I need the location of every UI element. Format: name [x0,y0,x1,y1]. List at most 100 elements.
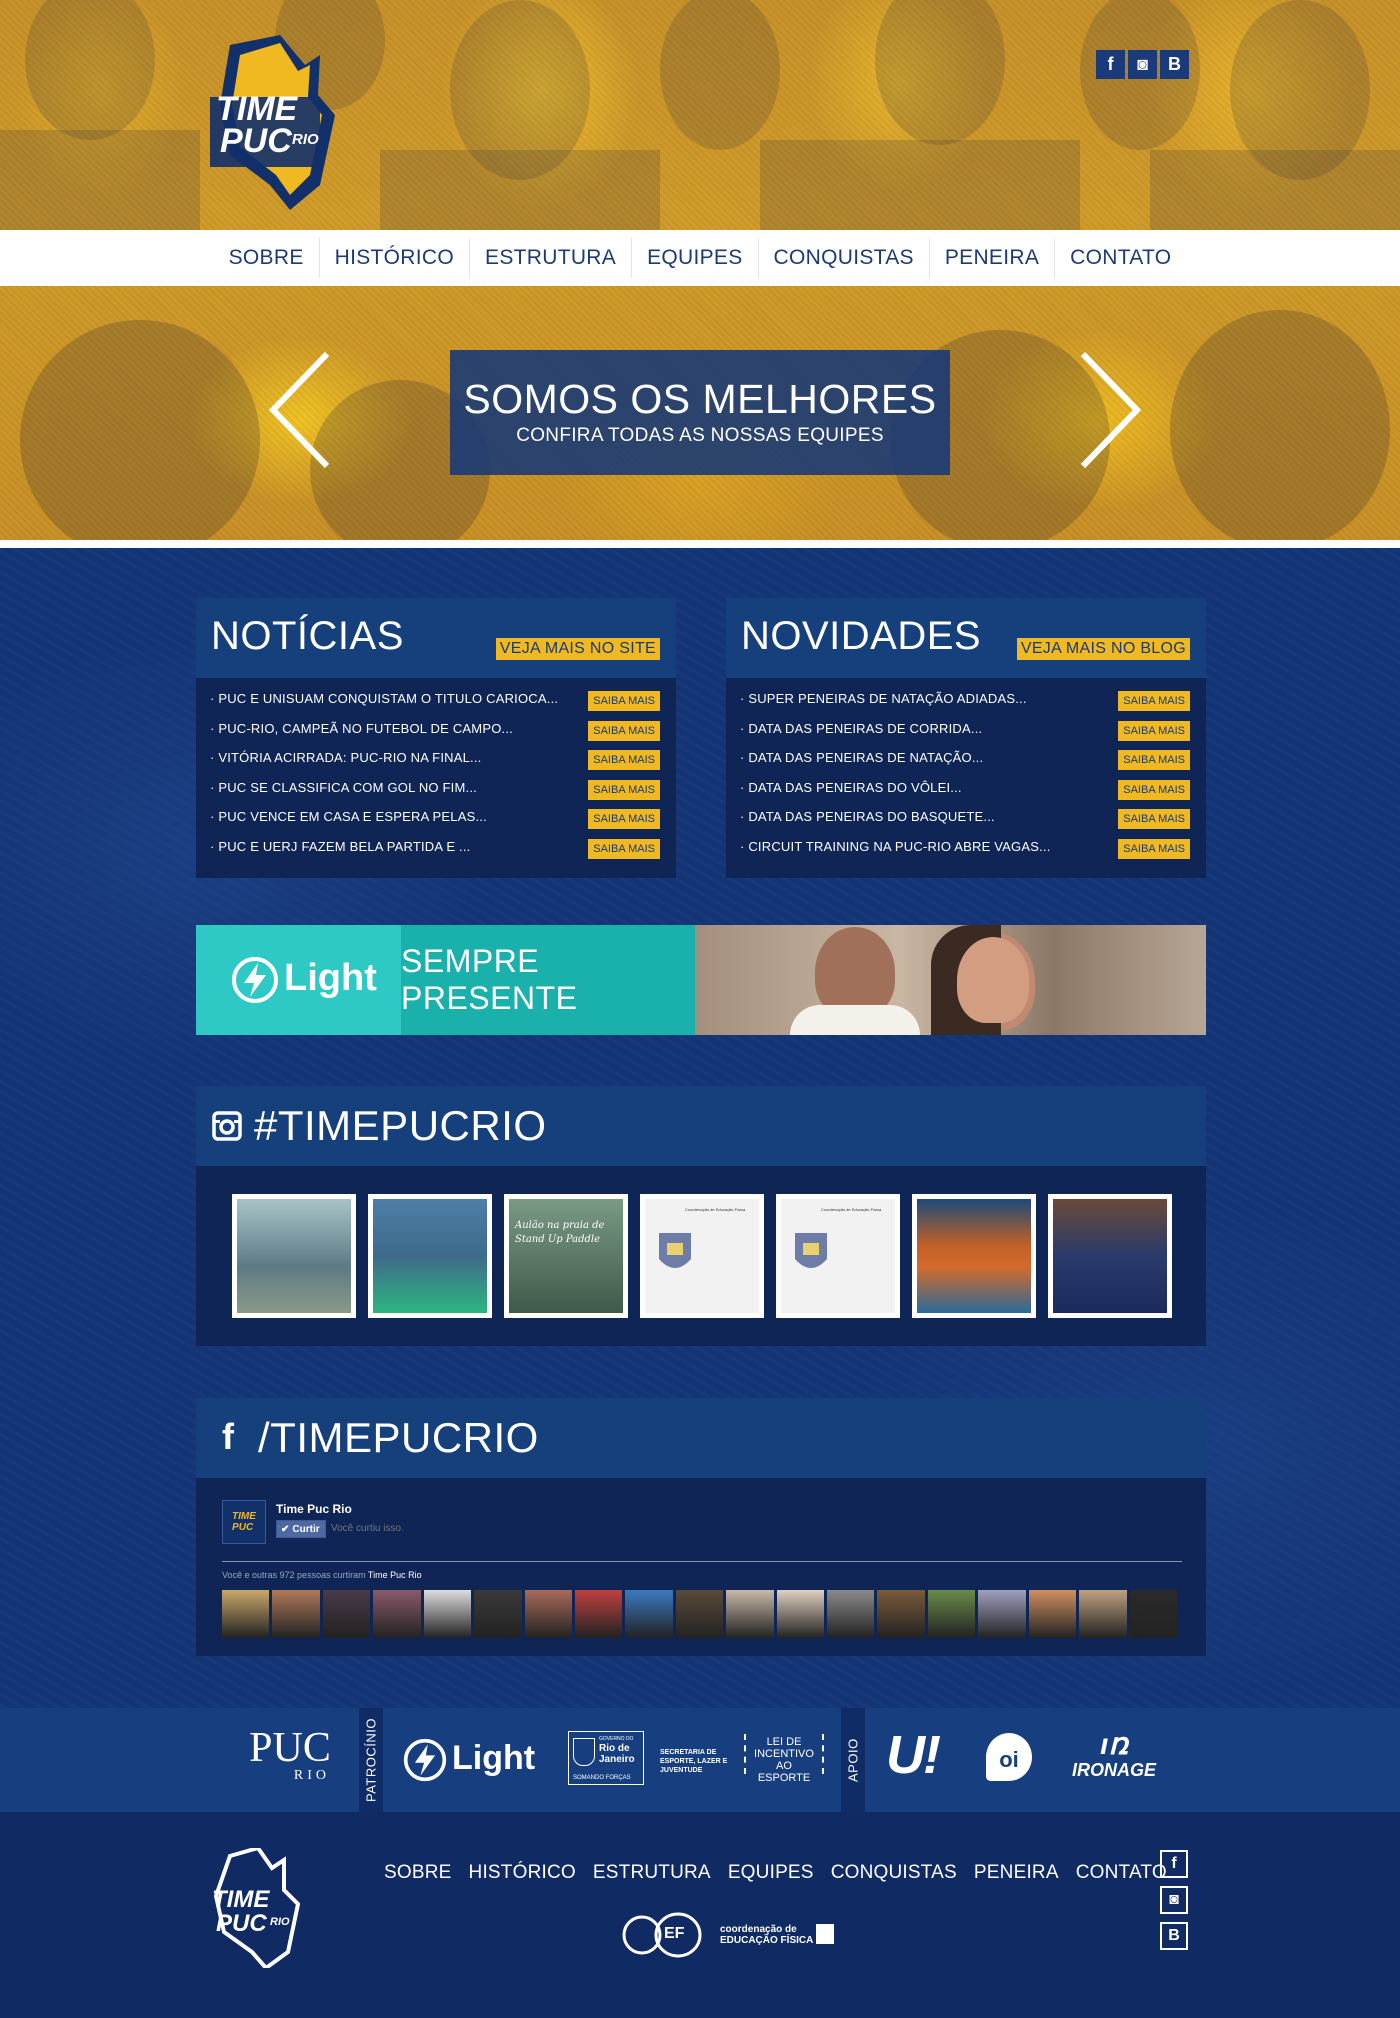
news-title[interactable]: · DATA DAS PENEIRAS DE NATAÇÃO... [740,750,983,765]
list-item[interactable]: · DATA DAS PENEIRAS DO VÔLEI... SAIBA MAI… [726,773,1206,803]
nav-conquistas[interactable]: CONQUISTAS [757,238,929,278]
facebook-like-button[interactable]: ✔ Curtir [276,1520,326,1538]
light-sponsor-logo[interactable]: Light [402,1735,536,1785]
fan-avatar[interactable] [322,1590,371,1638]
nav-equipes[interactable]: EQUIPES [631,238,757,278]
instagram-thumb[interactable] [368,1194,492,1318]
fan-avatar[interactable] [423,1590,472,1638]
blogger-icon[interactable]: B [1160,50,1189,79]
list-item[interactable]: · PUC E UERJ FAZEM BELA PARTIDA E ... SAI… [196,832,676,862]
fan-avatar[interactable] [927,1590,976,1638]
slider-prev-arrow[interactable] [265,350,335,470]
fan-avatar[interactable] [1079,1590,1127,1638]
list-item[interactable]: · PUC-RIO, CAMPEÃ NO FUTEBOL DE CAMPO...… [196,714,676,744]
novidades-more-link[interactable]: VEJA MAIS NO BLOG [1016,638,1190,660]
fan-avatar[interactable] [1129,1590,1178,1638]
nav-peneira[interactable]: PENEIRA [928,238,1054,278]
news-title[interactable]: · DATA DAS PENEIRAS DO VÔLEI... [740,780,962,795]
fan-avatar[interactable] [574,1590,623,1638]
news-title[interactable]: · DATA DAS PENEIRAS DE CORRIDA... [740,721,982,736]
facebook-page-name[interactable]: Time Puc Rio [276,1502,352,1516]
fan-avatar[interactable] [272,1590,320,1638]
cef-logo[interactable]: EF coordenação de EDUCAÇÃO FÍSICA [620,1912,840,1958]
list-item[interactable]: · DATA DAS PENEIRAS DE NATAÇÃO... SAIBA M… [726,743,1206,773]
list-item[interactable]: · PUC E UNISUAM CONQUISTAM O TITULO CARI… [196,684,676,714]
nav-sobre[interactable]: SOBRE [214,238,319,278]
fan-avatar[interactable] [373,1590,421,1638]
governo-rj-logo[interactable]: GOVERNO DO Rio de Janeiro SOMANDO FORÇAS [568,1731,644,1785]
footer-nav-sobre[interactable]: SOBRE [384,1862,452,1884]
footer-nav-equipes[interactable]: EQUIPES [728,1862,814,1884]
list-item[interactable]: · VITÓRIA ACIRRADA: PUC-RIO NA FINAL... S… [196,743,676,773]
saiba-mais-button[interactable]: SAIBA MAIS [588,809,660,829]
nav-historico[interactable]: HISTÓRICO [318,238,469,278]
instagram-thumb[interactable] [1048,1194,1172,1318]
saiba-mais-button[interactable]: SAIBA MAIS [1118,779,1190,800]
nav-contato[interactable]: CONTATO [1054,238,1186,278]
lei-incentivo-logo[interactable]: LEI DE INCENTIVO AO ESPORTE [744,1734,824,1784]
instagram-thumb[interactable] [232,1194,356,1318]
fan-avatar[interactable] [726,1590,774,1638]
footer-nav-historico[interactable]: HISTÓRICO [469,1862,576,1884]
hero-caption-box[interactable]: SOMOS OS MELHORES CONFIRA TODAS AS NOSSA… [450,350,950,475]
news-title[interactable]: · CIRCUIT TRAINING NA PUC-RIO ABRE VAGAS… [740,839,1051,854]
fan-avatar[interactable] [222,1590,270,1638]
footer-blogger-icon[interactable]: B [1160,1922,1188,1950]
ironage-logo[interactable]: ıռ IRONAGE [1066,1730,1162,1786]
footer-nav-estrutura[interactable]: ESTRUTURA [593,1862,711,1884]
instagram-thumb[interactable] [912,1194,1036,1318]
footer-nav-peneira[interactable]: PENEIRA [974,1862,1059,1884]
fan-avatar[interactable] [877,1590,925,1638]
instagram-thumb[interactable]: Coordenação de Educação Física [640,1194,764,1318]
saiba-mais-button[interactable]: SAIBA MAIS [588,691,660,711]
list-item[interactable]: · DATA DAS PENEIRAS DE CORRIDA... SAIBA M… [726,714,1206,744]
news-title[interactable]: · PUC-RIO, CAMPEÃ NO FUTEBOL DE CAMPO... [210,721,513,736]
likes-page-link[interactable]: Time Puc Rio [368,1570,422,1580]
u-logo[interactable]: U! [886,1724,941,1786]
saiba-mais-button[interactable]: SAIBA MAIS [588,779,660,800]
list-item[interactable]: · CIRCUIT TRAINING NA PUC-RIO ABRE VAGAS… [726,832,1206,862]
list-item[interactable]: · DATA DAS PENEIRAS DO BASQUETE... SAIBA … [726,802,1206,832]
news-title[interactable]: · VITÓRIA ACIRRADA: PUC-RIO NA FINAL... [210,750,481,765]
fan-avatar[interactable] [776,1590,825,1638]
news-title[interactable]: · PUC E UERJ FAZEM BELA PARTIDA E ... [210,839,470,854]
nav-estrutura[interactable]: ESTRUTURA [469,238,631,278]
puc-rio-logo[interactable]: PUC RIO [240,1727,340,1784]
saiba-mais-button[interactable]: SAIBA MAIS [1118,691,1190,711]
fan-avatar[interactable] [675,1590,724,1638]
fan-avatar[interactable] [978,1590,1026,1638]
footer-nav-conquistas[interactable]: CONQUISTAS [831,1862,957,1884]
slider-next-arrow[interactable] [1075,350,1145,470]
noticias-more-link[interactable]: VEJA MAIS NO SITE [495,638,660,660]
fan-avatar[interactable] [474,1590,522,1638]
fan-avatar[interactable] [625,1590,673,1638]
saiba-mais-button[interactable]: SAIBA MAIS [1118,720,1190,741]
instagram-icon[interactable]: ◙ [1128,50,1157,79]
saiba-mais-button[interactable]: SAIBA MAIS [588,750,660,770]
list-item[interactable]: · PUC SE CLASSIFICA COM GOL NO FIM... SAI… [196,773,676,803]
footer-facebook-icon[interactable]: f [1160,1850,1188,1878]
footer-instagram-icon[interactable]: ◙ [1160,1886,1188,1914]
news-title[interactable]: · SUPER PENEIRAS DE NATAÇÃO ADIADAS... [740,691,1027,706]
news-title[interactable]: · PUC SE CLASSIFICA COM GOL NO FIM... [210,780,477,795]
footer-logo[interactable]: TIME PUC RIO [210,1845,302,1971]
instagram-thumb[interactable]: Coordenação de Educação Física [776,1194,900,1318]
fan-avatar[interactable] [827,1590,875,1638]
facebook-icon[interactable]: f [1096,50,1125,79]
saiba-mais-button[interactable]: SAIBA MAIS [1118,838,1190,859]
fan-avatar[interactable] [1028,1590,1077,1638]
saiba-mais-button[interactable]: SAIBA MAIS [588,720,660,741]
instagram-thumb[interactable]: Aulão na praia de Stand Up Paddle [504,1194,628,1318]
news-title[interactable]: · PUC E UNISUAM CONQUISTAM O TITULO CARI… [210,691,558,706]
fan-avatar[interactable] [524,1590,572,1638]
list-item[interactable]: · SUPER PENEIRAS DE NATAÇÃO ADIADAS... SA… [726,684,1206,714]
oi-logo[interactable]: oi [986,1733,1032,1781]
light-ad-banner[interactable]: Light SEMPRE PRESENTE [196,925,1206,1035]
footer-nav-contato[interactable]: CONTATO [1076,1862,1167,1884]
news-title[interactable]: · DATA DAS PENEIRAS DO BASQUETE... [740,809,995,824]
time-puc-rio-logo[interactable]: TIME PUC RIO [210,35,340,210]
news-title[interactable]: · PUC VENCE EM CASA E ESPERA PELAS... [210,809,487,824]
saiba-mais-button[interactable]: SAIBA MAIS [588,838,660,859]
list-item[interactable]: · PUC VENCE EM CASA E ESPERA PELAS... SAI… [196,802,676,832]
saiba-mais-button[interactable]: SAIBA MAIS [1118,750,1190,770]
